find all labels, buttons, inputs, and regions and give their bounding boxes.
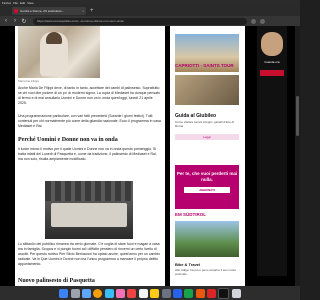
terminal-icon[interactable] xyxy=(218,287,230,299)
menu-view[interactable]: View xyxy=(27,1,33,5)
article-paragraph: Lo slittaolio del pubblico rimanea tra c… xyxy=(18,242,161,266)
profile-icon[interactable] xyxy=(260,18,265,24)
site-favicon-icon xyxy=(14,8,18,13)
article-hero-image xyxy=(18,26,100,78)
acrobat-icon[interactable] xyxy=(207,288,217,298)
forward-icon[interactable]: › xyxy=(12,18,18,24)
side-advertisement[interactable]: Guarda ora xyxy=(257,26,287,276)
trash-icon[interactable] xyxy=(231,288,241,298)
web-page: Maria De Filippi Anche Maria De Filippi … xyxy=(0,26,300,286)
section-heading: Nuovo palinsesto di Pasquetta xyxy=(18,278,95,284)
launchpad-icon[interactable] xyxy=(70,288,80,298)
article-paragraph: Il lucbe intonc il motivo per il quale U… xyxy=(18,147,157,161)
powerpoint-icon[interactable] xyxy=(195,288,205,298)
photos-icon[interactable] xyxy=(116,288,126,298)
settings-icon[interactable] xyxy=(161,288,171,298)
browser-toolbar: ‹ › ↻ https://www.cosmopolitan.com/.../u… xyxy=(0,16,300,26)
ad-text: Guarda ora xyxy=(264,60,280,64)
close-tab-icon[interactable]: × xyxy=(82,9,84,13)
dock xyxy=(0,286,300,300)
article-column: Maria De Filippi Anche Maria De Filippi … xyxy=(15,26,165,286)
chrome-icon[interactable] xyxy=(93,288,103,298)
tab-bar: Uomini e Donne, chi sostituisce... × + xyxy=(0,5,300,16)
address-bar[interactable]: https://www.cosmopolitan.com/.../uomini-… xyxy=(33,17,247,25)
sidebar-article-title[interactable]: Guida al Giubileo xyxy=(175,113,216,119)
back-icon[interactable]: ‹ xyxy=(3,18,9,24)
image-caption: Maria De Filippi xyxy=(18,79,39,83)
subscribe-button[interactable]: ABBONATI xyxy=(184,187,230,193)
article-paragraph: Anche Maria De Filippi deve, di tanto in… xyxy=(18,86,160,105)
sidebar-image[interactable] xyxy=(175,221,239,257)
sidebar-article-title[interactable]: Bike & Travel xyxy=(175,262,200,267)
scrollbar-thumb[interactable] xyxy=(296,96,299,136)
word-icon[interactable] xyxy=(172,288,182,298)
section-heading: Perché Uomini e Donne non va in onda xyxy=(18,137,118,143)
menu-file[interactable]: File xyxy=(13,1,18,5)
calendar-icon[interactable] xyxy=(138,288,148,298)
tab-title: Uomini e Donne, chi sostituisce... xyxy=(20,8,65,13)
sidebar-section-label[interactable]: EM SÜDTIROL xyxy=(175,212,206,217)
sidebar-image[interactable] xyxy=(175,75,239,105)
article-paragraph: Una programmazione particolare, con vari… xyxy=(18,114,161,128)
active-tab[interactable]: Uomini e Donne, chi sostituisce... × xyxy=(12,6,86,15)
subscribe-banner[interactable]: Per te, che vuoi perderti mai nulla. ABB… xyxy=(175,165,239,209)
page-scrollbar[interactable] xyxy=(295,26,300,286)
new-tab-icon[interactable]: + xyxy=(90,8,94,14)
article-image xyxy=(45,181,133,239)
menu-edit[interactable]: Edit xyxy=(20,1,25,5)
sidebar-article-text: Come visitare senza intoppi i gioielli d… xyxy=(175,120,234,128)
sidebar-article-text: Alto Adige: tra più e poco scoprire il s… xyxy=(175,268,237,276)
app-menu[interactable]: Firefox xyxy=(2,1,11,5)
sidebar: CAPRIOTTI - SAINTS TOUR Guida al Giubile… xyxy=(170,26,245,286)
finder-icon[interactable] xyxy=(59,288,69,298)
sidebar-section-label[interactable]: CAPRIOTTI - SAINTS TOUR xyxy=(175,63,234,68)
read-more-button[interactable]: Leggi xyxy=(175,134,239,140)
promo-text: Per te, che vuoi perderti mai nulla. xyxy=(176,171,238,182)
mail-icon[interactable] xyxy=(104,288,114,298)
reload-icon[interactable]: ↻ xyxy=(21,18,27,25)
excel-icon[interactable] xyxy=(184,288,194,298)
safari-icon[interactable] xyxy=(81,288,91,298)
music-icon[interactable] xyxy=(127,288,137,298)
extensions-icon[interactable] xyxy=(251,18,256,24)
notes-icon[interactable] xyxy=(150,288,160,298)
